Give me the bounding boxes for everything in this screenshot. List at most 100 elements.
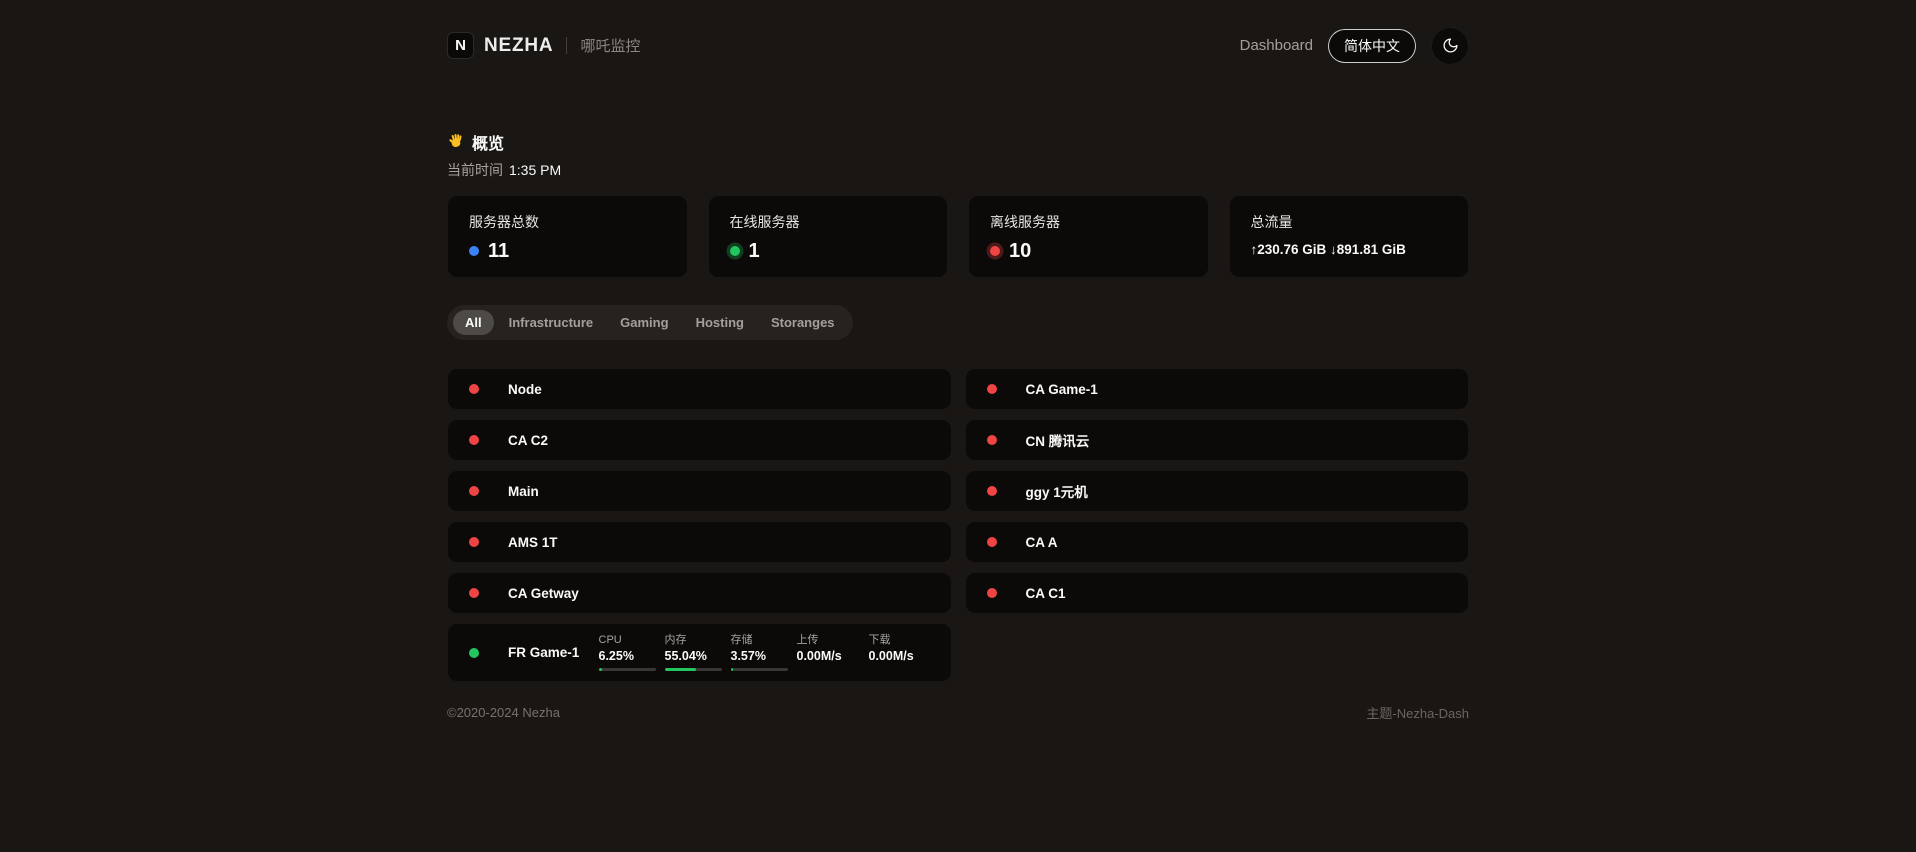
page-title: 概览 <box>472 130 504 154</box>
server-metric: CPU 6.25% <box>599 634 656 671</box>
brand-name: NEZHA <box>484 35 553 57</box>
tab-gaming[interactable]: Gaming <box>608 310 680 335</box>
offline-status-dot <box>990 246 1000 256</box>
logo-n-icon: N <box>447 32 474 59</box>
server-status-dot <box>987 486 997 496</box>
stat-value-row: 1 <box>730 241 927 261</box>
copyright-text: ©2020-2024 Nezha <box>447 705 560 720</box>
server-row[interactable]: Node <box>447 368 952 410</box>
server-metrics: CPU 6.25% 内存 55.04% 存储 3.57% 上传 0.00M/s … <box>599 634 934 671</box>
metric-progress-fill <box>665 668 696 671</box>
server-row[interactable]: FR Game-1 CPU 6.25% 内存 55.04% 存储 3.57% 上… <box>447 623 952 682</box>
server-status-dot <box>469 435 479 445</box>
metric-progress-fill <box>599 668 603 671</box>
tab-storanges[interactable]: Storanges <box>759 310 847 335</box>
server-list: Node CA Game-1 CA C2 CN 腾讯云 Main ggy 1元机… <box>447 368 1469 682</box>
online-status-dot <box>730 246 740 256</box>
server-name: FR Game-1 <box>508 645 579 660</box>
metric-progress-bar <box>665 668 722 671</box>
server-name: CA C2 <box>508 433 548 448</box>
server-name: Main <box>508 484 539 499</box>
server-metric: 存储 3.57% <box>731 634 788 671</box>
dashboard-link[interactable]: Dashboard <box>1240 37 1313 54</box>
stat-card-online-servers: 在线服务器 1 <box>708 195 949 278</box>
server-row[interactable]: CA Game-1 <box>965 368 1470 410</box>
server-metric: 内存 55.04% <box>665 634 722 671</box>
total-status-dot <box>469 246 479 256</box>
server-status-dot <box>469 384 479 394</box>
server-row[interactable]: Main <box>447 470 952 512</box>
server-status-dot <box>987 435 997 445</box>
tab-infrastructure[interactable]: Infrastructure <box>497 310 606 335</box>
metric-label: 下载 <box>869 634 932 648</box>
stat-label: 在线服务器 <box>730 212 927 232</box>
current-time-value: 1:35 PM <box>509 162 561 178</box>
metric-label: 内存 <box>665 634 722 648</box>
theme-credit-link[interactable]: 主题-Nezha-Dash <box>1366 703 1469 722</box>
theme-toggle-button[interactable] <box>1431 27 1469 65</box>
language-button[interactable]: 简体中文 <box>1328 29 1416 63</box>
category-tabs: AllInfrastructureGamingHostingStoranges <box>447 305 853 340</box>
brand-divider <box>566 37 567 54</box>
server-status-dot <box>469 537 479 547</box>
stat-value: 10 <box>1009 241 1031 261</box>
stat-label: 离线服务器 <box>990 212 1187 232</box>
server-row[interactable]: AMS 1T <box>447 521 952 563</box>
header-actions: Dashboard 简体中文 <box>1240 27 1469 65</box>
server-name: CA C1 <box>1026 586 1066 601</box>
server-name: ggy 1元机 <box>1026 481 1088 501</box>
traffic-value: ↑230.76 GiB ↓891.81 GiB <box>1251 242 1448 261</box>
stat-value: 1 <box>749 241 760 261</box>
metric-label: CPU <box>599 634 656 648</box>
server-name: CA Getway <box>508 586 579 601</box>
brand-subtitle: 哪吒监控 <box>580 35 640 56</box>
server-row[interactable]: CA C2 <box>447 419 952 461</box>
server-metric: 下载 0.00M/s <box>869 634 932 664</box>
server-row[interactable]: CA C1 <box>965 572 1470 614</box>
tab-all[interactable]: All <box>453 310 494 335</box>
stat-value-row: 11 <box>469 241 666 261</box>
stat-label: 总流量 <box>1251 212 1448 232</box>
current-time-label: 当前时间 <box>447 162 503 178</box>
metric-value: 0.00M/s <box>869 648 932 664</box>
metric-label: 存储 <box>731 634 788 648</box>
server-status-dot <box>469 486 479 496</box>
moon-icon <box>1442 37 1459 54</box>
stat-label: 服务器总数 <box>469 212 666 232</box>
tab-hosting[interactable]: Hosting <box>684 310 756 335</box>
server-status-dot <box>987 537 997 547</box>
footer: ©2020-2024 Nezha 主题-Nezha-Dash <box>447 703 1469 722</box>
stat-card-total-servers: 服务器总数 11 <box>447 195 688 278</box>
server-name: Node <box>508 382 542 397</box>
stat-value: 11 <box>488 241 509 261</box>
server-status-dot <box>469 648 479 658</box>
header: N NEZHA 哪吒监控 Dashboard 简体中文 <box>447 0 1469 66</box>
brand-logo[interactable]: N NEZHA 哪吒监控 <box>447 32 640 59</box>
stat-card-total-traffic: 总流量 ↑230.76 GiB ↓891.81 GiB <box>1229 195 1470 278</box>
current-time-row: 当前时间 1:35 PM <box>447 160 1469 180</box>
metric-value: 0.00M/s <box>797 648 860 664</box>
stat-value-row: 10 <box>990 241 1187 261</box>
server-status-dot <box>987 384 997 394</box>
server-row[interactable]: CA Getway <box>447 572 952 614</box>
server-name: CA A <box>1026 535 1058 550</box>
server-row[interactable]: ggy 1元机 <box>965 470 1470 512</box>
overview-section-title: 概览 <box>447 130 1469 154</box>
server-status-dot <box>469 588 479 598</box>
server-row[interactable]: CN 腾讯云 <box>965 419 1470 461</box>
metric-progress-bar <box>731 668 788 671</box>
server-name: AMS 1T <box>508 535 558 550</box>
metric-value: 3.57% <box>731 648 788 664</box>
page-container: N NEZHA 哪吒监控 Dashboard 简体中文 <box>447 0 1469 722</box>
server-name: CA Game-1 <box>1026 382 1098 397</box>
waving-hand-icon <box>447 133 465 151</box>
server-row[interactable]: CA A <box>965 521 1470 563</box>
metric-value: 6.25% <box>599 648 656 664</box>
metric-value: 55.04% <box>665 648 722 664</box>
server-name: CN 腾讯云 <box>1026 430 1090 450</box>
metric-label: 上传 <box>797 634 860 648</box>
stat-cards: 服务器总数 11 在线服务器 1 离线服务器 10 总流量 ↑230.76 Gi… <box>447 195 1469 278</box>
server-status-dot <box>987 588 997 598</box>
metric-progress-bar <box>599 668 656 671</box>
metric-progress-fill <box>731 668 733 671</box>
